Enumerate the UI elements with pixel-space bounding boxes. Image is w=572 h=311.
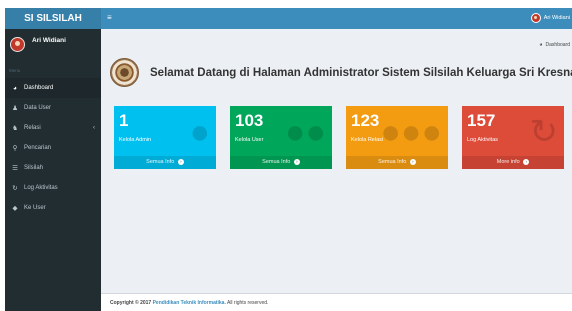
sidebar-item-label: Data User bbox=[24, 105, 52, 111]
refresh-icon: ↻ bbox=[12, 185, 18, 192]
top-navbar: ≡ Ari Widiani bbox=[101, 8, 572, 29]
refresh-icon: ↻ bbox=[529, 113, 559, 151]
box-count: 1 bbox=[119, 111, 129, 130]
box-footer-label: Semua Info bbox=[378, 159, 407, 165]
user-panel-name: Ari Widiani bbox=[32, 37, 66, 44]
box-footer-link[interactable]: Semua Info › bbox=[114, 156, 216, 169]
box-footer-label: More info bbox=[496, 159, 520, 165]
avatar bbox=[10, 37, 25, 52]
breadcrumb-dashboard-link[interactable]: Dashboard bbox=[546, 42, 570, 48]
info-box-relasi: 123 Kelola Relasi ●●● Semua Info › bbox=[346, 106, 448, 169]
bars-icon: ≡ bbox=[107, 13, 112, 22]
search-icon: ⚲ bbox=[12, 145, 18, 152]
box-footer-label: Semua Info bbox=[146, 159, 175, 165]
sidebar: Ari Widiani Menu ◕ Dashboard ♟ Data User… bbox=[5, 29, 101, 311]
user-icon: ♟ bbox=[12, 105, 18, 112]
page-header: Selamat Datang di Halaman Administrator … bbox=[110, 58, 572, 87]
box-label: Kelola User bbox=[235, 137, 264, 143]
sidebar-toggle-button[interactable]: ≡ bbox=[107, 13, 112, 23]
list-icon: ☰ bbox=[12, 165, 18, 172]
box-label: Log Aktivitas bbox=[467, 137, 498, 143]
arrow-circle-right-icon: › bbox=[177, 158, 184, 165]
sidebar-item-label: Log Aktivitas bbox=[24, 185, 58, 191]
user-panel: Ari Widiani bbox=[5, 29, 101, 63]
user-icon: ● bbox=[189, 113, 210, 151]
box-footer-link[interactable]: Semua Info › bbox=[230, 156, 332, 169]
breadcrumb: ◕ Dashboard bbox=[539, 42, 570, 48]
sidebar-item-data-user[interactable]: ♟ Data User bbox=[5, 98, 101, 118]
chevron-left-icon: ‹ bbox=[93, 125, 95, 131]
menu-header: Menu bbox=[9, 68, 21, 73]
page-footer: Copyright © 2017 Pendidikan Teknik Infor… bbox=[101, 293, 572, 311]
box-count: 123 bbox=[351, 111, 380, 130]
sidebar-item-label: Dashboard bbox=[24, 85, 54, 91]
sidebar-item-silsilah[interactable]: ☰ Silsilah bbox=[5, 158, 101, 178]
users-icon: ♞ bbox=[12, 125, 18, 132]
box-count: 103 bbox=[235, 111, 264, 130]
box-count: 157 bbox=[467, 111, 496, 130]
info-box-admin: 1 Kelola Admin ● Semua Info › bbox=[114, 106, 216, 169]
avatar bbox=[530, 13, 541, 23]
users-icon: ●● bbox=[284, 113, 326, 151]
group-icon: ●●● bbox=[380, 113, 442, 151]
sidebar-item-ke-user[interactable]: ◆ Ke User bbox=[5, 198, 101, 218]
arrow-circle-right-icon: › bbox=[293, 158, 300, 165]
user-menu[interactable]: Ari Widiani bbox=[530, 13, 570, 23]
tag-icon: ◆ bbox=[12, 205, 18, 212]
info-box-log: 157 Log Aktivitas ↻ More info › bbox=[462, 106, 564, 169]
sidebar-item-pencarian[interactable]: ⚲ Pencarian bbox=[5, 138, 101, 158]
box-footer-link[interactable]: More info › bbox=[462, 156, 564, 169]
box-footer-link[interactable]: Semua Info › bbox=[346, 156, 448, 169]
dashboard-icon: ◕ bbox=[13, 84, 17, 92]
dashboard-icon: ◕ bbox=[539, 42, 543, 48]
sidebar-item-label: Silsilah bbox=[24, 165, 44, 171]
brand-logo[interactable]: SI SILSILAH bbox=[5, 8, 101, 29]
sidebar-item-label: Relasi bbox=[24, 125, 41, 131]
app-window: SI SILSILAH ≡ Ari Widiani Ari Widiani Me… bbox=[5, 8, 572, 311]
footer-rights: All rights reserved. bbox=[226, 300, 269, 306]
arrow-circle-right-icon: › bbox=[523, 158, 530, 165]
user-menu-name: Ari Widiani bbox=[543, 15, 570, 21]
sidebar-item-label: Pencarian bbox=[24, 145, 52, 151]
page-title: Selamat Datang di Halaman Administrator … bbox=[150, 66, 572, 79]
info-box-user: 103 Kelola User ●● Semua Info › bbox=[230, 106, 332, 169]
sidebar-menu: ◕ Dashboard ♟ Data User ♞ Relasi ‹ ⚲ Pen… bbox=[5, 78, 101, 218]
box-label: Kelola Admin bbox=[119, 137, 152, 143]
arrow-circle-right-icon: › bbox=[409, 158, 416, 165]
sidebar-item-label: Ke User bbox=[24, 205, 46, 211]
sidebar-item-dashboard[interactable]: ◕ Dashboard bbox=[5, 78, 101, 98]
sidebar-item-log-aktivitas[interactable]: ↻ Log Aktivitas bbox=[5, 178, 101, 198]
sidebar-item-relasi[interactable]: ♞ Relasi ‹ bbox=[5, 118, 101, 138]
footer-copyright: Copyright © 2017 bbox=[110, 300, 152, 306]
footer-link[interactable]: Pendidikan Teknik Informatika. bbox=[153, 300, 226, 306]
box-footer-label: Semua Info bbox=[262, 159, 291, 165]
box-label: Kelola Relasi bbox=[351, 137, 384, 143]
organization-logo bbox=[110, 58, 139, 87]
